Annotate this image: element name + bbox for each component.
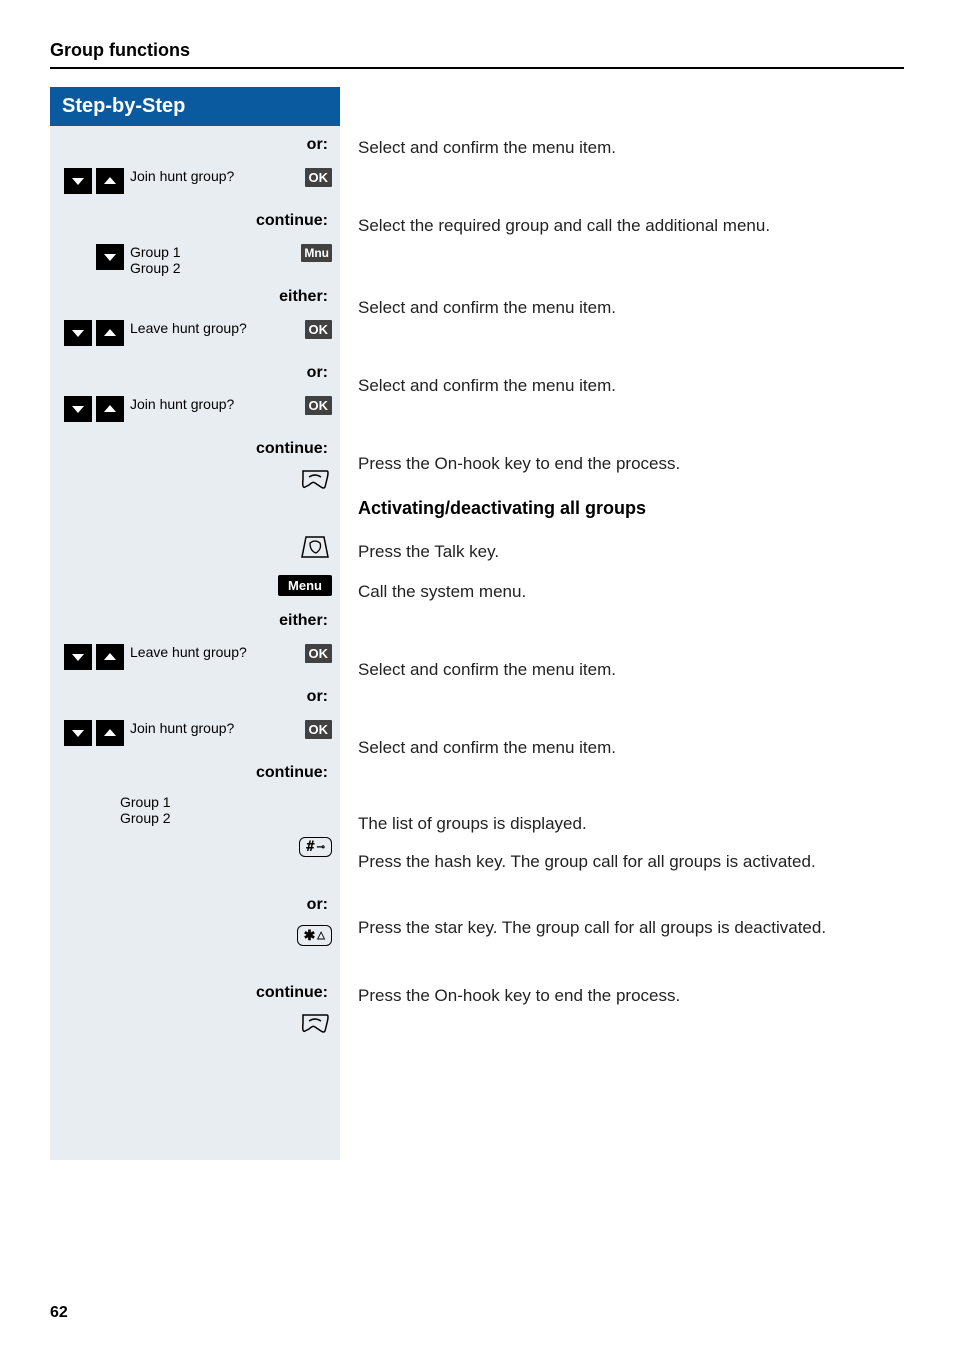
explain-press-talk: Press the Talk key. xyxy=(358,535,904,569)
menu-row-join-1: Join hunt group? OK xyxy=(50,168,340,202)
explain-select-confirm: Select and confirm the menu item. xyxy=(358,369,904,403)
display-join-hunt: Join hunt group? xyxy=(130,720,296,736)
explain-onhook: Press the On-hook key to end the process… xyxy=(358,979,904,1013)
arrow-down-icon[interactable] xyxy=(64,168,92,194)
heading-activating: Activating/deactivating all groups xyxy=(358,491,904,525)
right-column: Select and confirm the menu item. Select… xyxy=(340,87,904,1160)
explain-press-star: Press the star key. The group call for a… xyxy=(358,911,904,945)
explain-onhook: Press the On-hook key to end the process… xyxy=(358,447,904,481)
arrow-up-icon[interactable] xyxy=(96,320,124,346)
section-title: Group functions xyxy=(50,40,904,61)
onhook-key-icon[interactable] xyxy=(298,466,332,492)
connector-or: or: xyxy=(50,354,340,382)
connector-continue: continue: xyxy=(50,202,340,230)
explain-list-groups: The list of groups is displayed. xyxy=(358,807,904,841)
left-column: Step-by-Step or: Join hunt group? OK con… xyxy=(50,87,340,1160)
arrow-up-icon[interactable] xyxy=(96,396,124,422)
connector-or: or: xyxy=(50,678,340,706)
menu-button-row: Menu xyxy=(50,568,340,602)
page-number: 62 xyxy=(50,1304,68,1322)
arrow-down-icon[interactable] xyxy=(96,244,124,270)
onhook-key-row-2 xyxy=(50,1006,340,1040)
divider xyxy=(50,67,904,69)
content-area: Step-by-Step or: Join hunt group? OK con… xyxy=(50,87,904,1160)
arrow-down-icon[interactable] xyxy=(64,396,92,422)
mnu-button[interactable]: Mnu xyxy=(301,244,332,262)
display-leave-hunt: Leave hunt group? xyxy=(130,644,296,660)
group-list-row: Group 1 Group 2 xyxy=(50,794,340,828)
ok-button[interactable]: OK xyxy=(305,644,333,663)
ok-button[interactable]: OK xyxy=(305,320,333,339)
star-key-icon[interactable]: ✱△ xyxy=(297,925,332,946)
group-1-label: Group 1 xyxy=(130,244,290,260)
connector-continue: continue: xyxy=(50,754,340,782)
display-leave-hunt: Leave hunt group? xyxy=(130,320,296,336)
connector-continue: continue: xyxy=(50,974,340,1002)
arrow-down-icon[interactable] xyxy=(64,720,92,746)
explain-select-confirm: Select and confirm the menu item. xyxy=(358,731,904,765)
star-key-row: ✱△ xyxy=(50,918,340,952)
explain-press-hash: Press the hash key. The group call for a… xyxy=(358,845,904,879)
ok-button[interactable]: OK xyxy=(305,396,333,415)
explain-call-menu: Call the system menu. xyxy=(358,575,904,609)
display-join-hunt: Join hunt group? xyxy=(130,168,296,184)
explain-select-confirm: Select and confirm the menu item. xyxy=(358,131,904,165)
arrow-down-icon[interactable] xyxy=(64,644,92,670)
connector-either: either: xyxy=(50,278,340,306)
connector-continue: continue: xyxy=(50,430,340,458)
display-group-list: Group 1 Group 2 xyxy=(130,244,296,276)
connector-either: either: xyxy=(50,602,340,630)
onhook-key-row xyxy=(50,462,340,496)
arrow-down-icon[interactable] xyxy=(64,320,92,346)
explain-select-confirm: Select and confirm the menu item. xyxy=(358,653,904,687)
arrow-up-icon[interactable] xyxy=(96,644,124,670)
connector-or: or: xyxy=(50,886,340,914)
connector-or: or: xyxy=(50,126,340,154)
menu-row-groups-1: Group 1 Group 2 Mnu xyxy=(50,244,340,278)
step-by-step-header: Step-by-Step xyxy=(50,87,340,126)
onhook-key-icon[interactable] xyxy=(298,1010,332,1036)
arrow-up-icon[interactable] xyxy=(96,168,124,194)
talk-key-icon[interactable] xyxy=(298,534,332,560)
display-join-hunt: Join hunt group? xyxy=(130,396,296,412)
hash-key-icon[interactable]: #⊸ xyxy=(299,837,332,857)
menu-row-join-2: Join hunt group? OK xyxy=(50,396,340,430)
group-1-label: Group 1 xyxy=(120,794,171,810)
arrow-up-icon[interactable] xyxy=(96,720,124,746)
hash-key-row: #⊸ xyxy=(50,830,340,864)
group-2-label: Group 2 xyxy=(120,810,171,826)
explain-select-required: Select the required group and call the a… xyxy=(358,209,904,243)
ok-button[interactable]: OK xyxy=(305,168,333,187)
group-2-label: Group 2 xyxy=(130,260,290,276)
talk-key-row xyxy=(50,530,340,564)
ok-button[interactable]: OK xyxy=(305,720,333,739)
explain-select-confirm: Select and confirm the menu item. xyxy=(358,291,904,325)
menu-row-leave-2: Leave hunt group? OK xyxy=(50,644,340,678)
menu-row-leave-1: Leave hunt group? OK xyxy=(50,320,340,354)
menu-row-join-3: Join hunt group? OK xyxy=(50,720,340,754)
menu-button[interactable]: Menu xyxy=(278,575,332,596)
